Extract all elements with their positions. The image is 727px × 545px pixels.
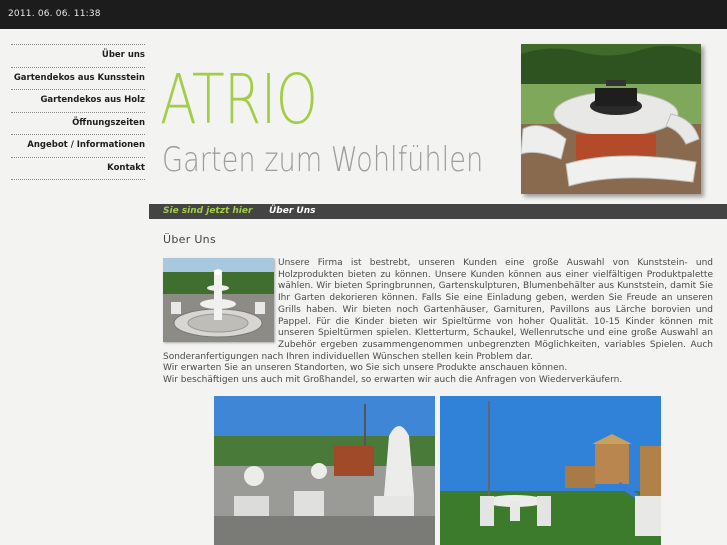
showroom-photo-playground xyxy=(440,396,661,545)
fountain-photo xyxy=(163,258,274,342)
nav-divider xyxy=(11,179,145,181)
nav-item-uber-uns[interactable]: Über uns xyxy=(11,44,145,67)
nav-item-gartendekos-holz[interactable]: Gartendekos aus Holz xyxy=(11,89,145,112)
nav-item-angebot[interactable]: Angebot / Informationen xyxy=(11,134,145,157)
nav-item-kontakt[interactable]: Kontakt xyxy=(11,156,145,180)
wholesale-paragraph: Wir beschäftigen uns auch mit Großhandel… xyxy=(163,375,623,386)
locations-paragraph: Wir erwarten Sie an unseren Standorten, … xyxy=(163,363,568,374)
nav-item-gartendekos-kunststein[interactable]: Gartendekos aus Kunsstein xyxy=(11,66,145,90)
site-logo[interactable]: ATRIO xyxy=(160,66,318,135)
main-navigation: Über uns Gartendekos aus Kunsstein Garte… xyxy=(11,44,145,181)
breadcrumb-current[interactable]: Über Uns xyxy=(269,204,316,219)
page-title: Über Uns xyxy=(163,233,216,246)
top-bar: 2011. 06. 06. 11:38 xyxy=(0,0,727,29)
page-content: Unsere Firma ist bestrebt, unseren Kunde… xyxy=(163,258,713,387)
breadcrumb-prefix: Sie sind jetzt hier xyxy=(163,206,253,216)
header-photo-grill-table xyxy=(521,44,701,194)
showroom-photo-statues xyxy=(214,396,435,545)
datetime-display: 2011. 06. 06. 11:38 xyxy=(8,9,101,19)
site-tagline: Garten zum Wohlfühlen xyxy=(162,140,484,180)
nav-item-offnungszeiten[interactable]: Öffnungszeiten xyxy=(11,111,145,135)
breadcrumb: Sie sind jetzt hier Über Uns xyxy=(149,204,727,219)
